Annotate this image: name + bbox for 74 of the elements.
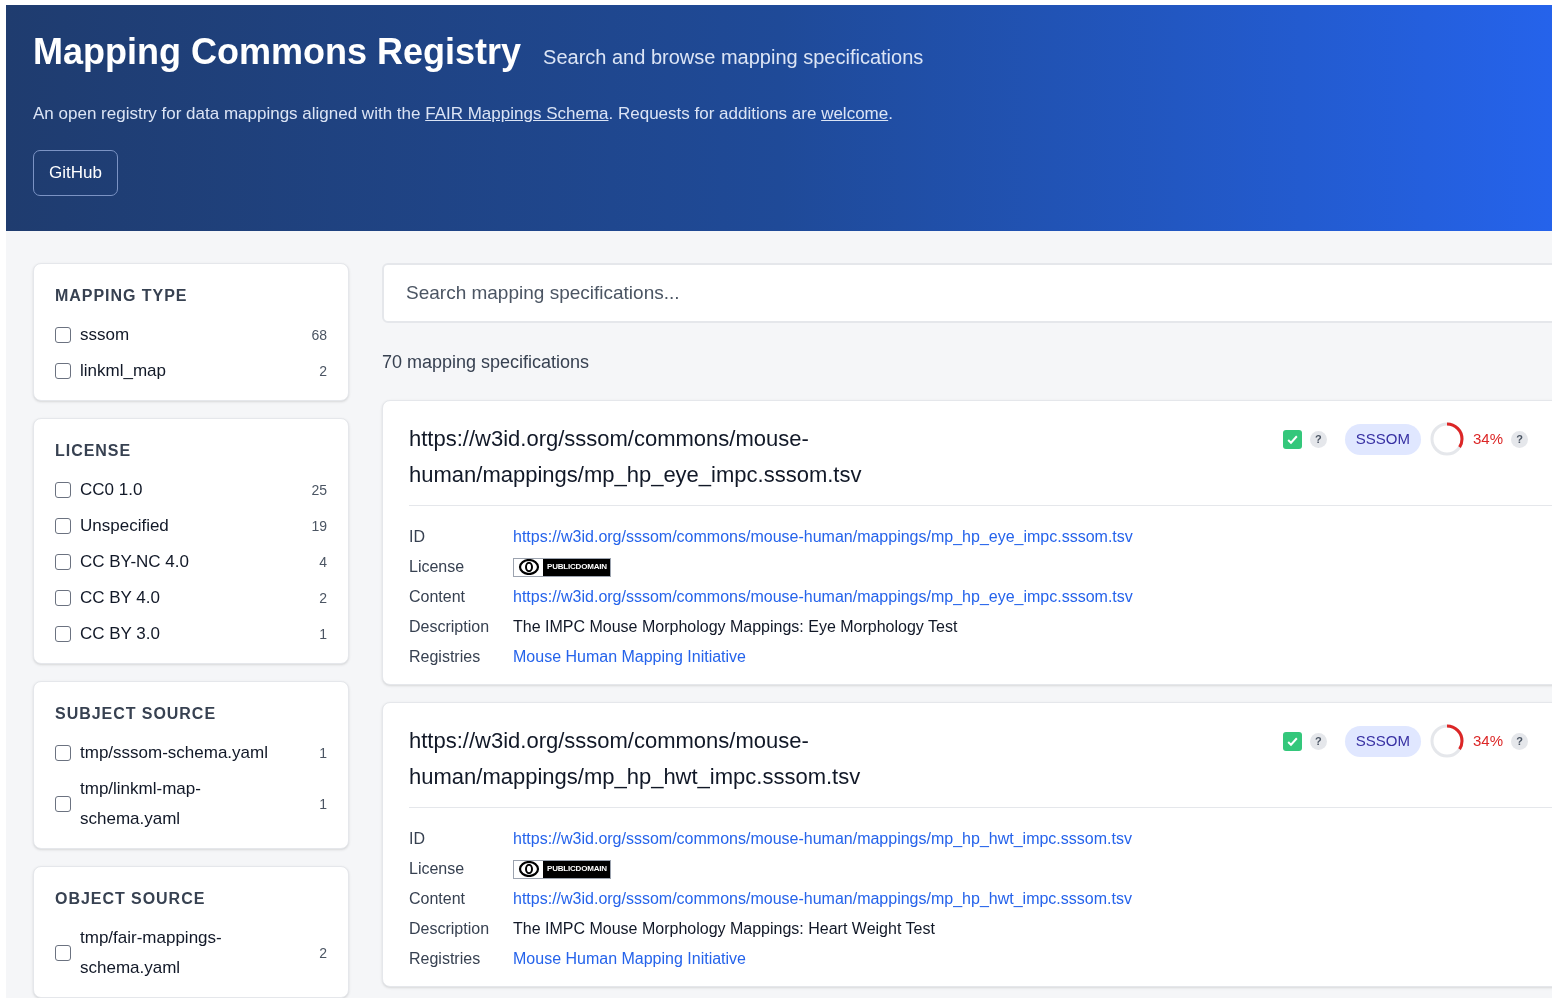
result-title[interactable]: https://w3id.org/sssom/commons/mouse-human/mappings/mp_hp_eye_impc.sssom.tsv	[409, 421, 1109, 493]
filter-option[interactable]: tmp/linkml-map-schema.yaml	[80, 774, 285, 834]
help-icon[interactable]: ?	[1511, 430, 1528, 448]
option-count: 68	[311, 325, 327, 345]
license-badge: PUBLICDOMAIN	[513, 859, 611, 879]
format-tag: SSSOM	[1344, 423, 1421, 455]
field-link[interactable]: https://w3id.org/sssom/commons/mouse-human/mappings/mp_hp_hwt_impc.sssom.tsv	[513, 888, 1132, 910]
result-title[interactable]: https://w3id.org/sssom/commons/mouse-human/mappings/mp_hp_hwt_impc.sssom.tsv	[409, 723, 1109, 795]
intro-link[interactable]: welcome	[821, 104, 889, 123]
help-icon[interactable]: ?	[1309, 430, 1327, 448]
completeness-reading: 34%	[1472, 428, 1503, 449]
field-label: Content	[409, 889, 467, 909]
field-label: ID	[409, 829, 426, 849]
checkbox[interactable]	[55, 363, 71, 379]
filter-option[interactable]: CC BY 3.0	[80, 619, 285, 649]
field-label: License	[409, 859, 466, 879]
field-label: Registries	[409, 949, 482, 969]
option-count: 19	[311, 516, 327, 536]
field-label: License	[409, 557, 466, 577]
progress-ring	[1428, 421, 1465, 457]
checkbox[interactable]	[55, 945, 71, 961]
intro-text: An open registry for data mappings aligned with the FAIR Mappings Schema. Requests for additions are welcome.	[33, 103, 894, 125]
field-value: The IMPC Mouse Morphology Mappings: Heart Weight Test	[513, 919, 935, 939]
completeness-reading: 34%	[1472, 730, 1503, 751]
field-label: Registries	[409, 647, 482, 667]
result-count: 70 mapping specifications	[382, 351, 591, 374]
intro-link[interactable]: FAIR Mappings Schema	[425, 104, 609, 123]
checkbox[interactable]	[55, 518, 71, 534]
filter-title: LICENSE	[55, 441, 133, 461]
search-field[interactable]: Search mapping specifications...	[382, 263, 1552, 323]
option-count: 2	[319, 361, 327, 381]
option-count: 1	[319, 624, 327, 644]
progress-ring	[1428, 723, 1465, 759]
checkbox[interactable]	[55, 745, 71, 761]
field-value: The IMPC Mouse Morphology Mappings: Eye Morphology Test	[513, 617, 958, 637]
option-count: 4	[319, 552, 327, 572]
option-count: 25	[311, 480, 327, 500]
checkbox[interactable]	[55, 590, 71, 606]
field-label: Description	[409, 919, 491, 939]
checkbox[interactable]	[55, 554, 71, 570]
filter-option[interactable]: linkml_map	[80, 356, 285, 386]
page-subtitle: Search and browse mapping specifications	[543, 45, 924, 70]
help-icon[interactable]: ?	[1309, 732, 1327, 750]
field-label: Description	[409, 617, 491, 637]
field-label: ID	[409, 527, 426, 547]
filter-option[interactable]: sssom	[80, 320, 285, 350]
field-link[interactable]: https://w3id.org/sssom/commons/mouse-human/mappings/mp_hp_hwt_impc.sssom.tsv	[513, 828, 1132, 850]
format-tag: SSSOM	[1344, 725, 1421, 757]
filter-option[interactable]: CC BY 4.0	[80, 583, 285, 613]
page-title: Mapping Commons Registry	[33, 30, 522, 74]
checkbox[interactable]	[55, 796, 71, 812]
filter-option[interactable]: CC0 1.0	[80, 475, 285, 505]
filter-title: SUBJECT SOURCE	[55, 704, 218, 724]
checkbox[interactable]	[55, 327, 71, 343]
field-link[interactable]: https://w3id.org/sssom/commons/mouse-human/mappings/mp_hp_eye_impc.sssom.tsv	[513, 526, 1133, 548]
field-link[interactable]: https://w3id.org/sssom/commons/mouse-human/mappings/mp_hp_eye_impc.sssom.tsv	[513, 586, 1133, 608]
github-button[interactable]: GitHub	[33, 149, 118, 196]
checkbox[interactable]	[55, 482, 71, 498]
filter-title: MAPPING TYPE	[55, 286, 189, 306]
filter-option[interactable]: tmp/sssom-schema.yaml	[80, 738, 285, 768]
option-count: 2	[319, 588, 327, 608]
field-link[interactable]: Mouse Human Mapping Initiative	[513, 948, 746, 970]
field-label: Content	[409, 587, 467, 607]
option-count: 2	[319, 943, 327, 963]
option-count: 1	[319, 743, 327, 763]
filter-option[interactable]: Unspecified	[80, 511, 285, 541]
checkbox[interactable]	[55, 626, 71, 642]
field-link[interactable]: Mouse Human Mapping Initiative	[513, 646, 746, 668]
filter-option[interactable]: tmp/fair-mappings-schema.yaml	[80, 923, 285, 983]
license-badge: PUBLICDOMAIN	[513, 557, 611, 577]
filter-option[interactable]: CC BY-NC 4.0	[80, 547, 285, 577]
filter-title: OBJECT SOURCE	[55, 889, 207, 909]
help-icon[interactable]: ?	[1511, 732, 1528, 750]
option-count: 1	[319, 794, 327, 814]
